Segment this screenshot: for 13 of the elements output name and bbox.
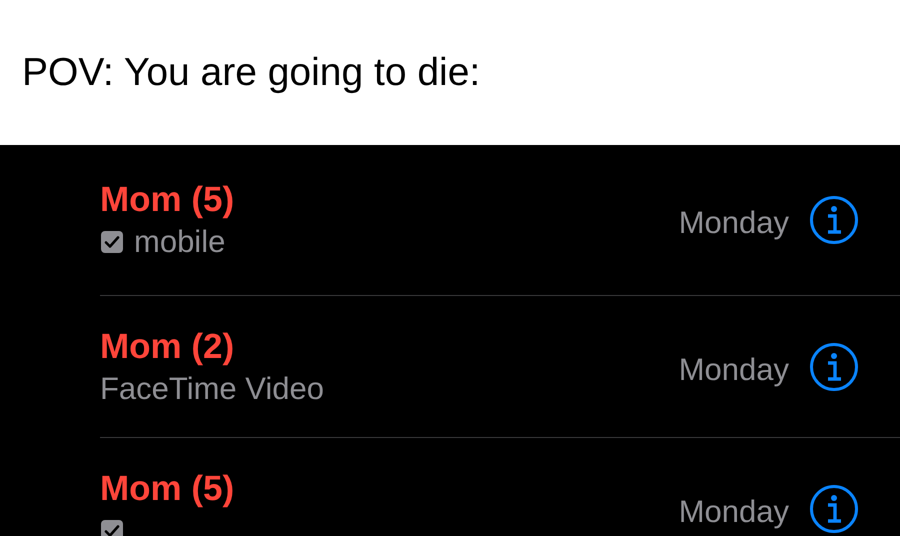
call-type-label: mobile xyxy=(134,224,226,260)
info-icon[interactable] xyxy=(809,484,859,534)
info-icon[interactable] xyxy=(809,195,859,245)
call-date: Monday xyxy=(678,205,789,241)
contact-name: Mom (5) xyxy=(100,468,236,508)
contact-name: Mom (5) xyxy=(100,180,236,220)
caption-text: POV: You are going to die: xyxy=(22,50,480,94)
contact-name: Mom (2) xyxy=(100,326,236,366)
checkbox-icon xyxy=(100,230,124,254)
info-icon[interactable] xyxy=(809,342,859,392)
call-date: Monday xyxy=(678,494,789,530)
call-date: Monday xyxy=(678,352,789,388)
call-type-label: FaceTime Video xyxy=(100,370,324,406)
